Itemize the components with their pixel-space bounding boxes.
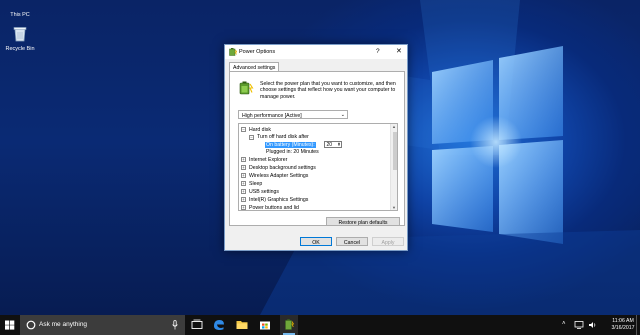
taskbar: Ask me anything ˄ 11:06 AM 3/16/2017 [0,315,640,335]
close-button[interactable]: ✕ [396,47,402,55]
tree-item-label: Turn off hard disk after [257,134,309,140]
expand-icon[interactable]: + [241,157,246,162]
search-placeholder: Ask me anything [39,321,88,328]
power-options-icon [229,48,238,58]
power-options-dialog: Power Options ? ✕ Advanced settings Sele… [224,44,408,251]
plugged-in-label: Plugged in: 20 Minutes [266,149,319,155]
this-pc-icon [0,4,40,10]
expand-icon[interactable]: + [241,173,246,178]
restore-plan-defaults-button[interactable]: Restore plan defaults [326,217,400,226]
tree-item-label: Power buttons and lid [249,204,299,211]
store-icon [260,321,270,330]
tree-scrollbar[interactable]: ▲ ▼ [390,124,397,210]
chevron-down-icon: ⌄ [340,112,345,118]
tree-item-label: Desktop background settings [249,164,316,171]
cancel-button[interactable]: Cancel [336,237,368,246]
instructions-text: Select the power plan that you want to c… [260,81,396,100]
chevron-up-icon[interactable]: ˄ [562,321,566,327]
on-battery-minutes-stepper[interactable]: 20 ▲ ▼ [324,140,342,148]
desktop-icon-this-pc[interactable]: This PC [0,4,40,18]
scrollbar-thumb[interactable] [392,132,397,170]
tree-item-label: Intel(R) Graphics Settings [249,196,309,203]
start-button[interactable] [0,315,20,335]
expand-icon[interactable]: + [241,189,246,194]
windows-logo-icon [5,320,15,330]
task-view-icon [191,319,203,329]
help-button[interactable]: ? [376,48,380,55]
file-explorer-button[interactable] [233,315,251,335]
tree-item-label: Internet Explorer [249,156,288,163]
edge-icon [214,320,224,330]
on-battery-minutes-value: 20 [326,142,333,148]
desktop-icon-recycle-bin[interactable]: Recycle Bin [0,26,40,52]
settings-tree: − Hard disk − Turn off hard disk after O… [238,123,398,211]
volume-icon[interactable] [588,321,597,329]
clock-date: 3/16/2017 [611,324,635,331]
desktop-icon-label: Recycle Bin [5,46,35,52]
collapse-icon[interactable]: − [249,134,254,140]
task-view-button[interactable] [188,315,206,335]
expand-icon[interactable]: + [241,205,246,210]
dialog-titlebar[interactable]: Power Options ? ✕ [225,45,407,59]
scroll-down-icon[interactable]: ▼ [392,205,396,210]
microphone-icon[interactable] [172,320,178,330]
power-options-icon [285,319,295,330]
tree-item-label: Sleep [249,180,263,187]
on-battery-label: On battery (Minutes): [265,141,316,148]
power-plan-icon [238,80,254,98]
file-explorer-icon [236,321,248,329]
apply-button[interactable]: Apply [372,237,404,246]
advanced-settings-panel: Select the power plan that you want to c… [229,71,405,226]
power-plan-select[interactable]: High performance [Active] ⌄ [238,110,348,119]
desktop-icon-label: This PC [10,12,30,18]
store-button[interactable] [256,315,274,335]
power-options-taskbar-button[interactable] [280,315,298,335]
recycle-bin-icon [0,26,40,44]
network-icon[interactable] [574,321,584,329]
dialog-title: Power Options [239,48,276,55]
clock-time: 11:06 AM [612,317,634,324]
stepper-down-icon[interactable]: ▼ [337,144,341,147]
collapse-icon[interactable]: − [241,127,246,132]
expand-icon[interactable]: + [241,165,246,170]
expand-icon[interactable]: + [241,181,246,186]
tree-item-label: USB settings [249,188,279,195]
tree-item-label: Hard disk [249,126,271,133]
power-plan-select-value: High performance [Active] [242,112,302,119]
ok-button[interactable]: OK [300,237,332,246]
edge-button[interactable] [210,315,228,335]
tree-item-label: Wireless Adapter Settings [249,172,309,179]
expand-icon[interactable]: + [241,197,246,202]
show-desktop-button[interactable] [636,315,640,335]
cortana-icon [26,320,36,330]
clock[interactable]: 11:06 AM 3/16/2017 [609,318,637,332]
cortana-search-box[interactable]: Ask me anything [20,315,185,335]
scroll-up-icon[interactable]: ▲ [392,124,396,129]
